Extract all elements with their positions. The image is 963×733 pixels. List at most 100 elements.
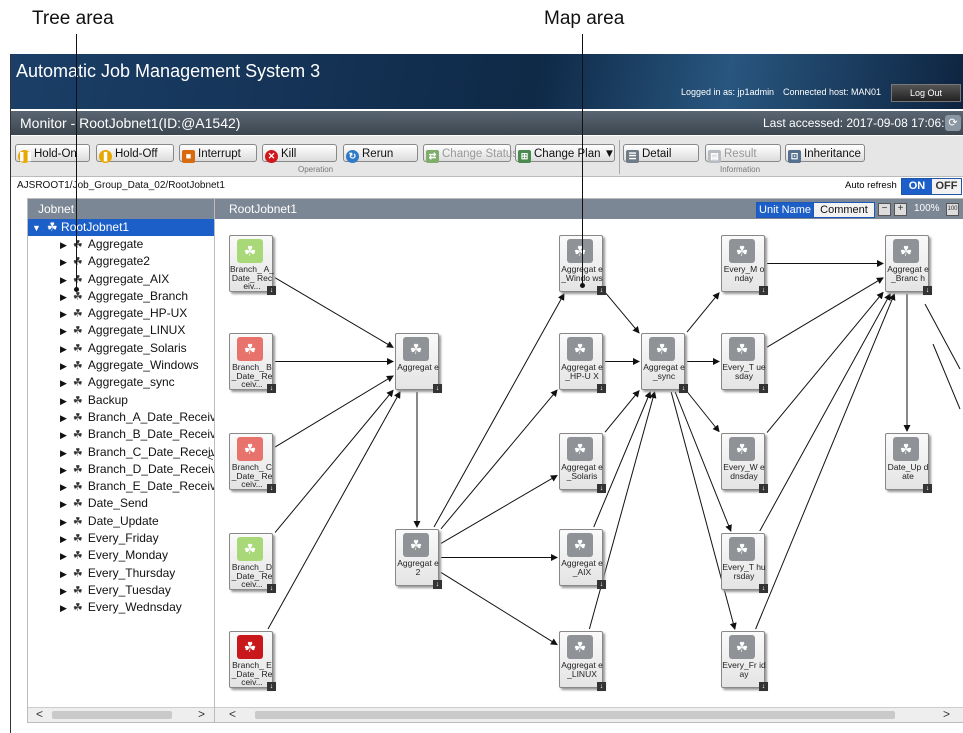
expand-right-icon[interactable]: ▶	[60, 448, 67, 458]
tree-item[interactable]: ▶ ☘ Aggregate2	[28, 253, 220, 270]
expand-right-icon[interactable]: ▶	[60, 378, 67, 388]
expand-right-icon[interactable]: ▶	[60, 569, 67, 579]
tree-item[interactable]: ▶ ☘ Date_Update	[28, 513, 220, 530]
expand-right-icon[interactable]: ▶	[60, 361, 67, 371]
logout-button[interactable]: Log Out	[891, 84, 961, 102]
tree-item[interactable]: ▶ ☘ Every_Friday	[28, 530, 220, 547]
scroll-thumb[interactable]	[52, 711, 172, 719]
expand-right-icon[interactable]: ▶	[60, 430, 67, 440]
auto-refresh-toggle[interactable]: ON OFF	[901, 178, 962, 195]
refresh-icon[interactable]: ⟳	[945, 115, 961, 131]
tree-item[interactable]: ▶ ☘ Branch_C_Date_Receive	[28, 444, 223, 461]
hold-off-button[interactable]: ❚ Hold-Off	[96, 144, 174, 163]
map-node[interactable]: ☘ Every_M onday ↓	[721, 235, 768, 295]
tree-item[interactable]: ▶ ☘ Branch_B_Date_Receive	[28, 426, 223, 443]
map-node[interactable]: ☘ Branch_ C_Date_ Receiv... ↓	[229, 433, 276, 493]
expand-right-icon[interactable]: ▶	[60, 586, 67, 596]
tree-item[interactable]: ▶ ☘ Aggregate	[28, 236, 220, 253]
tree-item[interactable]: ▶ ☘ Every_Monday	[28, 547, 220, 564]
tree-item[interactable]: ▶ ☘ Date_Send	[28, 495, 220, 512]
expand-right-icon[interactable]: ▶	[60, 309, 67, 319]
tree-item[interactable]: ▶ ☘ Aggregate_AIX	[28, 271, 220, 288]
expand-node-icon[interactable]: ↓	[679, 384, 688, 393]
expand-node-icon[interactable]: ↓	[597, 384, 606, 393]
tree-item[interactable]: ▶ ☘ Aggregate_HP-UX	[28, 305, 220, 322]
expand-node-icon[interactable]: ↓	[759, 484, 768, 493]
toggle-off[interactable]: OFF	[932, 179, 961, 194]
tree-item[interactable]: ▶ ☘ Every_Thursday	[28, 565, 220, 582]
map-node[interactable]: ☘ Branch_ B_Date_ Receiv... ↓	[229, 333, 276, 393]
expand-node-icon[interactable]: ↓	[597, 484, 606, 493]
detail-button[interactable]: ☰ Detail	[623, 144, 699, 163]
map-node[interactable]: ☘ Aggregat e_AIX ↓	[559, 529, 606, 589]
hold-on-button[interactable]: ❚❚Hold-On	[15, 144, 90, 163]
tree-scrollbar[interactable]: < >	[28, 707, 220, 722]
map-scroll-left-icon[interactable]: <	[229, 707, 236, 721]
expand-right-icon[interactable]: ▶	[60, 275, 67, 285]
expand-node-icon[interactable]: ↓	[597, 286, 606, 295]
scroll-right-icon[interactable]: >	[198, 707, 205, 721]
expand-right-icon[interactable]: ▶	[60, 517, 67, 527]
map-node[interactable]: ☘ Date_Up date ↓	[885, 433, 932, 493]
expand-node-icon[interactable]: ↓	[267, 484, 276, 493]
collapse-pane-icon[interactable]: <	[207, 452, 213, 464]
expand-node-icon[interactable]: ↓	[759, 584, 768, 593]
expand-right-icon[interactable]: ▶	[60, 551, 67, 561]
map-node[interactable]: ☘ Aggregat e_sync ↓	[641, 333, 688, 393]
tree-root-item[interactable]: ▼ ☘ RootJobnet1	[28, 219, 220, 236]
expand-right-icon[interactable]: ▶	[60, 413, 67, 423]
map-node[interactable]: ☘ Every_W ednsday ↓	[721, 433, 768, 493]
tree-item[interactable]: ▶ ☘ Branch_D_Date_Receive	[28, 461, 223, 478]
tree-item[interactable]: ▶ ☘ Aggregate_Branch	[28, 288, 220, 305]
map-node[interactable]: ☘ Branch_ E_Date_ Receiv... ↓	[229, 631, 276, 691]
expand-right-icon[interactable]: ▶	[60, 534, 67, 544]
expand-node-icon[interactable]: ↓	[433, 384, 442, 393]
tree-item[interactable]: ▶ ☘ Branch_E_Date_Receive	[28, 478, 223, 495]
expand-right-icon[interactable]: ▶	[60, 603, 67, 613]
expand-node-icon[interactable]: ↓	[759, 682, 768, 691]
expand-right-icon[interactable]: ▶	[60, 344, 67, 354]
expand-node-icon[interactable]: ↓	[267, 286, 276, 295]
expand-node-icon[interactable]: ↓	[267, 682, 276, 691]
expand-right-icon[interactable]: ▶	[60, 292, 67, 302]
expand-right-icon[interactable]: ▶	[60, 396, 67, 406]
rerun-button[interactable]: ↻ Rerun	[343, 144, 418, 163]
map-node[interactable]: ☘ Aggregat e_Solaris ↓	[559, 433, 606, 493]
map-node[interactable]: ☘ Every_T hursday ↓	[721, 533, 768, 593]
expand-node-icon[interactable]: ↓	[923, 484, 932, 493]
map-node[interactable]: ☘ Aggregat e_Branc h ↓	[885, 235, 932, 295]
expand-node-icon[interactable]: ↓	[433, 580, 442, 589]
tree-item[interactable]: ▶ ☘ Aggregate_Windows	[28, 357, 220, 374]
inheritance-button[interactable]: ⊡ Inheritance	[785, 144, 865, 163]
expand-node-icon[interactable]: ↓	[267, 584, 276, 593]
interrupt-button[interactable]: ■ Interrupt	[179, 144, 257, 163]
scroll-left-icon[interactable]: <	[36, 707, 43, 721]
tree-item[interactable]: ▶ ☘ Aggregate_sync	[28, 374, 220, 391]
change-plan-button[interactable]: ⊞ Change Plan ▼	[515, 144, 615, 163]
map-node[interactable]: ☘ Aggregat e_HP-U X ↓	[559, 333, 606, 393]
expand-right-icon[interactable]: ▶	[60, 499, 67, 509]
expand-right-icon[interactable]: ▶	[60, 257, 67, 267]
expand-node-icon[interactable]: ↓	[923, 286, 932, 295]
kill-button[interactable]: ✕ Kill	[262, 144, 337, 163]
map-node[interactable]: ☘ Branch_ D_Date_ Receiv... ↓	[229, 533, 276, 593]
expand-right-icon[interactable]: ▶	[60, 465, 67, 475]
map-node[interactable]: ☘ Aggregat e2 ↓	[395, 529, 442, 589]
change-status-button[interactable]: ⇄ Change Status	[423, 144, 518, 163]
expand-node-icon[interactable]: ↓	[759, 286, 768, 295]
expand-node-icon[interactable]: ↓	[267, 384, 276, 393]
map-node[interactable]: ☘ Every_T uesday ↓	[721, 333, 768, 393]
tree-item[interactable]: ▶ ☘ Every_Wednsday	[28, 599, 220, 616]
map-node[interactable]: ☘ Every_Fr iday ↓	[721, 631, 768, 691]
expand-node-icon[interactable]: ↓	[597, 682, 606, 691]
tree-item[interactable]: ▶ ☘ Backup	[28, 392, 220, 409]
tree-item[interactable]: ▶ ☘ Aggregate_Solaris	[28, 340, 220, 357]
result-button[interactable]: ▤ Result	[705, 144, 781, 163]
map-scroll-right-icon[interactable]: >	[943, 707, 950, 721]
tree-item[interactable]: ▶ ☘ Branch_A_Date_Receive	[28, 409, 223, 426]
expand-node-icon[interactable]: ↓	[597, 580, 606, 589]
expand-right-icon[interactable]: ▶	[60, 326, 67, 336]
expand-node-icon[interactable]: ↓	[759, 384, 768, 393]
expand-right-icon[interactable]: ▶	[60, 482, 67, 492]
expand-down-icon[interactable]: ▼	[32, 223, 41, 233]
